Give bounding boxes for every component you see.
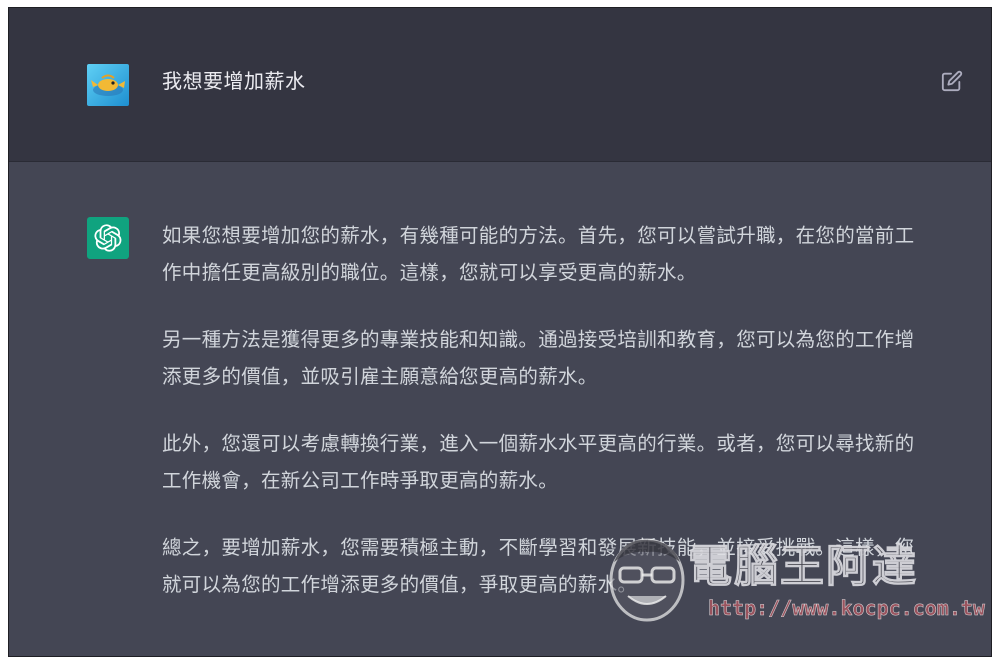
edit-icon[interactable]	[941, 70, 963, 92]
assistant-paragraph: 此外，您還可以考慮轉換行業，進入一個薪水水平更高的行業。或者，您可以尋找新的工作…	[162, 432, 915, 492]
user-message-text: 我想要增加薪水	[162, 69, 306, 93]
user-message-row: 我想要增加薪水	[9, 8, 991, 162]
assistant-paragraph: 另一種方法是獲得更多的專業技能和知識。通過接受培訓和教育，您可以為您的工作增添更…	[162, 328, 915, 388]
assistant-paragraph: 如果您想要增加您的薪水，有幾種可能的方法。首先，您可以嘗試升職，在您的當前工作中…	[162, 224, 915, 284]
chatgpt-logo-icon	[87, 217, 129, 259]
chat-window: 我想要增加薪水 如果您想要增加您的薪水，有幾種可能的方法。首先，您可以嘗試升職，…	[8, 7, 992, 657]
user-avatar-image	[87, 64, 129, 106]
user-avatar	[87, 64, 129, 106]
assistant-paragraph: 總之，要增加薪水，您需要積極主動，不斷學習和發展新技能，並接受挑戰。這樣，您就可…	[162, 536, 915, 596]
assistant-message-row: 如果您想要增加您的薪水，有幾種可能的方法。首先，您可以嘗試升職，在您的當前工作中…	[9, 162, 991, 656]
assistant-message-text: 如果您想要增加您的薪水，有幾種可能的方法。首先，您可以嘗試升職，在您的當前工作中…	[162, 217, 922, 633]
